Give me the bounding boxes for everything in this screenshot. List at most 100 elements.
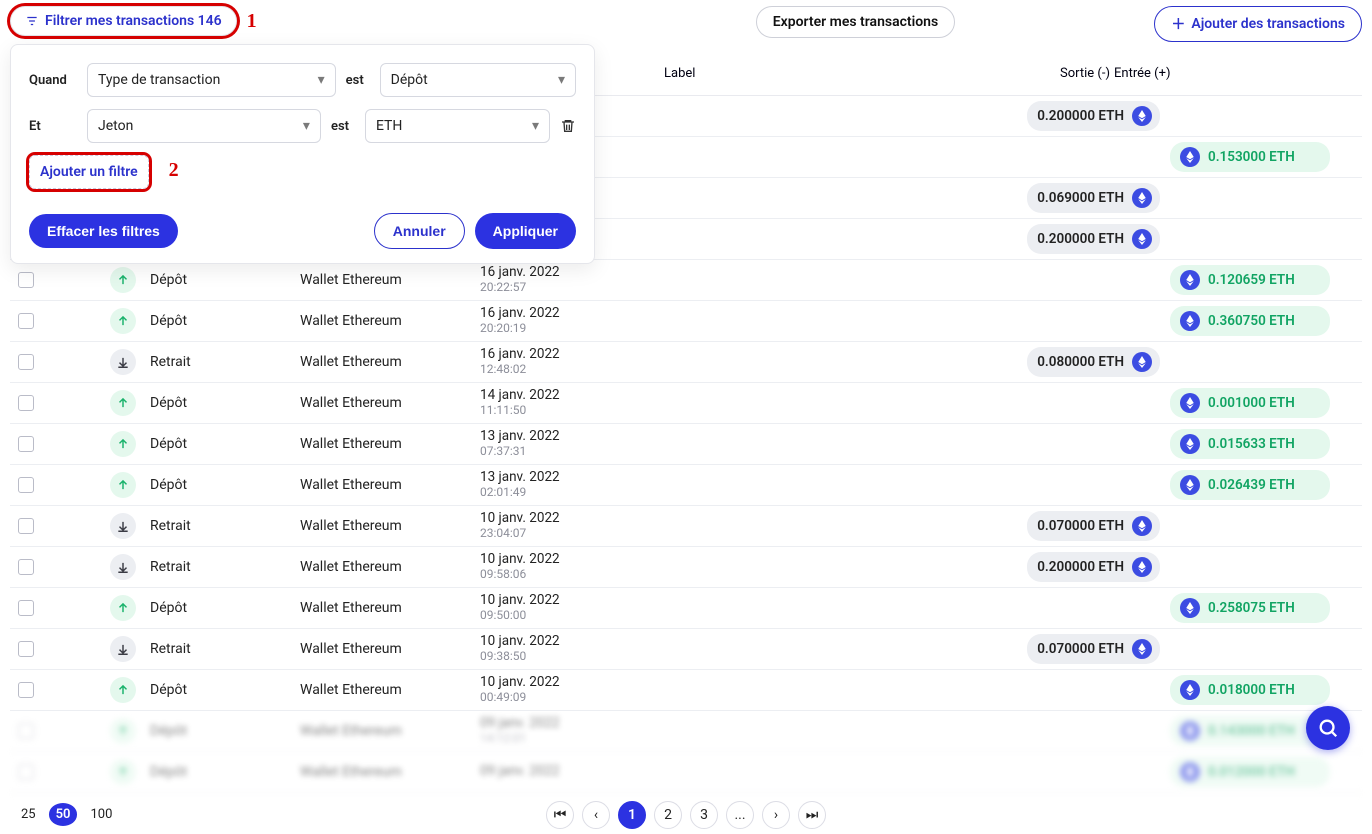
filter-value-1[interactable]: Dépôt ▾ — [380, 63, 576, 97]
filter-field-1[interactable]: Type de transaction ▾ — [87, 63, 336, 97]
transaction-date: 10 janv. 202209:58:06 — [480, 552, 660, 581]
row-checkbox[interactable] — [18, 436, 34, 452]
clear-filters-button[interactable]: Effacer les filtres — [29, 214, 178, 248]
page-size-selector[interactable]: 25 50100 — [14, 803, 119, 826]
transaction-row[interactable]: Retrait Wallet Ethereum 10 janv. 202209:… — [10, 629, 1362, 670]
transaction-type: Dépôt — [150, 395, 300, 411]
next-page-button[interactable]: › — [762, 801, 790, 829]
row-checkbox[interactable] — [18, 641, 34, 657]
callout-1: 1 — [247, 10, 257, 33]
top-bar: Filtrer mes transactions 146 1 Exporter … — [10, 6, 1362, 42]
export-transactions-button[interactable]: Exporter mes transactions — [756, 6, 955, 38]
page-2[interactable]: 2 — [654, 801, 682, 829]
transaction-row[interactable]: Retrait Wallet Ethereum 10 janv. 202223:… — [10, 506, 1362, 547]
transaction-type: Dépôt — [150, 600, 300, 616]
add-filter-button[interactable]: Ajouter un filtre — [29, 155, 149, 189]
row-checkbox[interactable] — [18, 682, 34, 698]
transaction-wallet: Wallet Ethereum — [300, 764, 480, 780]
filter-transactions-button[interactable]: Filtrer mes transactions 146 — [10, 6, 237, 36]
page-...[interactable]: ... — [726, 801, 754, 829]
col-out: Sortie (-) — [1010, 66, 1110, 81]
page-1[interactable]: 1 — [618, 801, 646, 829]
eth-icon — [1132, 188, 1152, 208]
transaction-row[interactable]: Dépôt Wallet Ethereum 10 janv. 202200:49… — [10, 670, 1362, 711]
transaction-wallet: Wallet Ethereum — [300, 477, 480, 493]
row-checkbox[interactable] — [18, 477, 34, 493]
transaction-row[interactable]: Dépôt Wallet Ethereum 14 janv. 202211:11… — [10, 383, 1362, 424]
transaction-type: Dépôt — [150, 723, 300, 739]
plus-icon: ＋ — [1171, 14, 1185, 34]
withdraw-icon — [110, 349, 136, 375]
deposit-icon — [110, 267, 136, 293]
amount-out: 0.200000 ETH — [1027, 552, 1160, 582]
deposit-icon — [110, 677, 136, 703]
filter-is-label-1: est — [346, 73, 370, 88]
row-checkbox[interactable] — [18, 395, 34, 411]
amount-in: 0.015633 ETH — [1170, 429, 1330, 459]
row-checkbox[interactable] — [18, 518, 34, 534]
transaction-date: 10 janv. 202209:38:50 — [480, 634, 660, 663]
add-button-label: Ajouter des transactions — [1191, 16, 1345, 32]
amount-in: 0.258075 ETH — [1170, 593, 1330, 623]
transaction-wallet: Wallet Ethereum — [300, 354, 480, 370]
transaction-date: 16 janv. 202220:20:19 — [480, 306, 660, 335]
eth-icon — [1132, 106, 1152, 126]
eth-icon — [1132, 516, 1152, 536]
eth-icon — [1132, 639, 1152, 659]
eth-icon — [1180, 762, 1200, 782]
page-3[interactable]: 3 — [690, 801, 718, 829]
search-fab[interactable] — [1306, 706, 1350, 750]
transaction-wallet: Wallet Ethereum — [300, 559, 480, 575]
deposit-icon — [110, 759, 136, 785]
eth-icon — [1132, 229, 1152, 249]
eth-icon — [1180, 147, 1200, 167]
transaction-date: 10 janv. 202200:49:09 — [480, 675, 660, 704]
transaction-type: Retrait — [150, 354, 300, 370]
filter-value-2[interactable]: ETH ▾ — [365, 109, 550, 143]
filter-value-2-text: ETH — [376, 118, 402, 134]
first-page-button[interactable]: ⏮ — [546, 801, 574, 829]
transaction-row[interactable]: Dépôt Wallet Ethereum 16 janv. 202220:20… — [10, 301, 1362, 342]
filter-popover: Quand Type de transaction ▾ est Dépôt ▾ … — [10, 44, 595, 264]
transaction-date: 14 janv. 202211:11:50 — [480, 388, 660, 417]
transaction-row[interactable]: Retrait Wallet Ethereum 10 janv. 202209:… — [10, 547, 1362, 588]
filter-button-label: Filtrer mes transactions 146 — [45, 13, 222, 29]
row-checkbox[interactable] — [18, 313, 34, 329]
page-size-50[interactable]: 50 — [49, 803, 78, 826]
callout-2: 2 — [169, 159, 179, 182]
row-checkbox[interactable] — [18, 559, 34, 575]
amount-in: 0.018000 ETH — [1170, 675, 1330, 705]
transaction-row[interactable]: Dépôt Wallet Ethereum 13 janv. 202202:01… — [10, 465, 1362, 506]
transaction-row[interactable]: Dépôt Wallet Ethereum 09 janv. 202214:12… — [10, 711, 1362, 752]
transaction-row[interactable]: Dépôt Wallet Ethereum 16 janv. 202220:22… — [10, 260, 1362, 301]
transaction-date: 16 janv. 202212:48:02 — [480, 347, 660, 376]
transaction-type: Dépôt — [150, 313, 300, 329]
transaction-type: Dépôt — [150, 272, 300, 288]
deposit-icon — [110, 308, 136, 334]
filter-field-2-value: Jeton — [98, 118, 133, 134]
row-checkbox[interactable] — [18, 272, 34, 288]
transaction-row[interactable]: Retrait Wallet Ethereum 16 janv. 202212:… — [10, 342, 1362, 383]
page-size-100[interactable]: 100 — [83, 803, 119, 826]
row-checkbox[interactable] — [18, 354, 34, 370]
deposit-icon — [110, 390, 136, 416]
prev-page-button[interactable]: ‹ — [582, 801, 610, 829]
transaction-date: 10 janv. 202209:50:00 — [480, 593, 660, 622]
transaction-type: Dépôt — [150, 764, 300, 780]
apply-button[interactable]: Appliquer — [475, 213, 576, 249]
delete-filter-icon[interactable] — [560, 118, 576, 134]
amount-in: 0.001000 ETH — [1170, 388, 1330, 418]
cancel-button[interactable]: Annuler — [374, 213, 465, 249]
transaction-row[interactable]: Dépôt Wallet Ethereum 13 janv. 202207:37… — [10, 424, 1362, 465]
row-checkbox[interactable] — [18, 600, 34, 616]
page-size-25[interactable]: 25 — [14, 803, 43, 826]
deposit-icon — [110, 595, 136, 621]
row-checkbox[interactable] — [18, 723, 34, 739]
filter-field-2[interactable]: Jeton ▾ — [87, 109, 321, 143]
row-checkbox[interactable] — [18, 764, 34, 780]
add-transactions-button[interactable]: ＋ Ajouter des transactions — [1154, 6, 1362, 42]
last-page-button[interactable]: ⏭ — [798, 801, 826, 829]
transaction-row[interactable]: Dépôt Wallet Ethereum 10 janv. 202209:50… — [10, 588, 1362, 629]
pager[interactable]: ⏮ ‹ 123... › ⏭ — [546, 801, 826, 829]
transaction-row[interactable]: Dépôt Wallet Ethereum 09 janv. 2022 0.01… — [10, 752, 1362, 793]
